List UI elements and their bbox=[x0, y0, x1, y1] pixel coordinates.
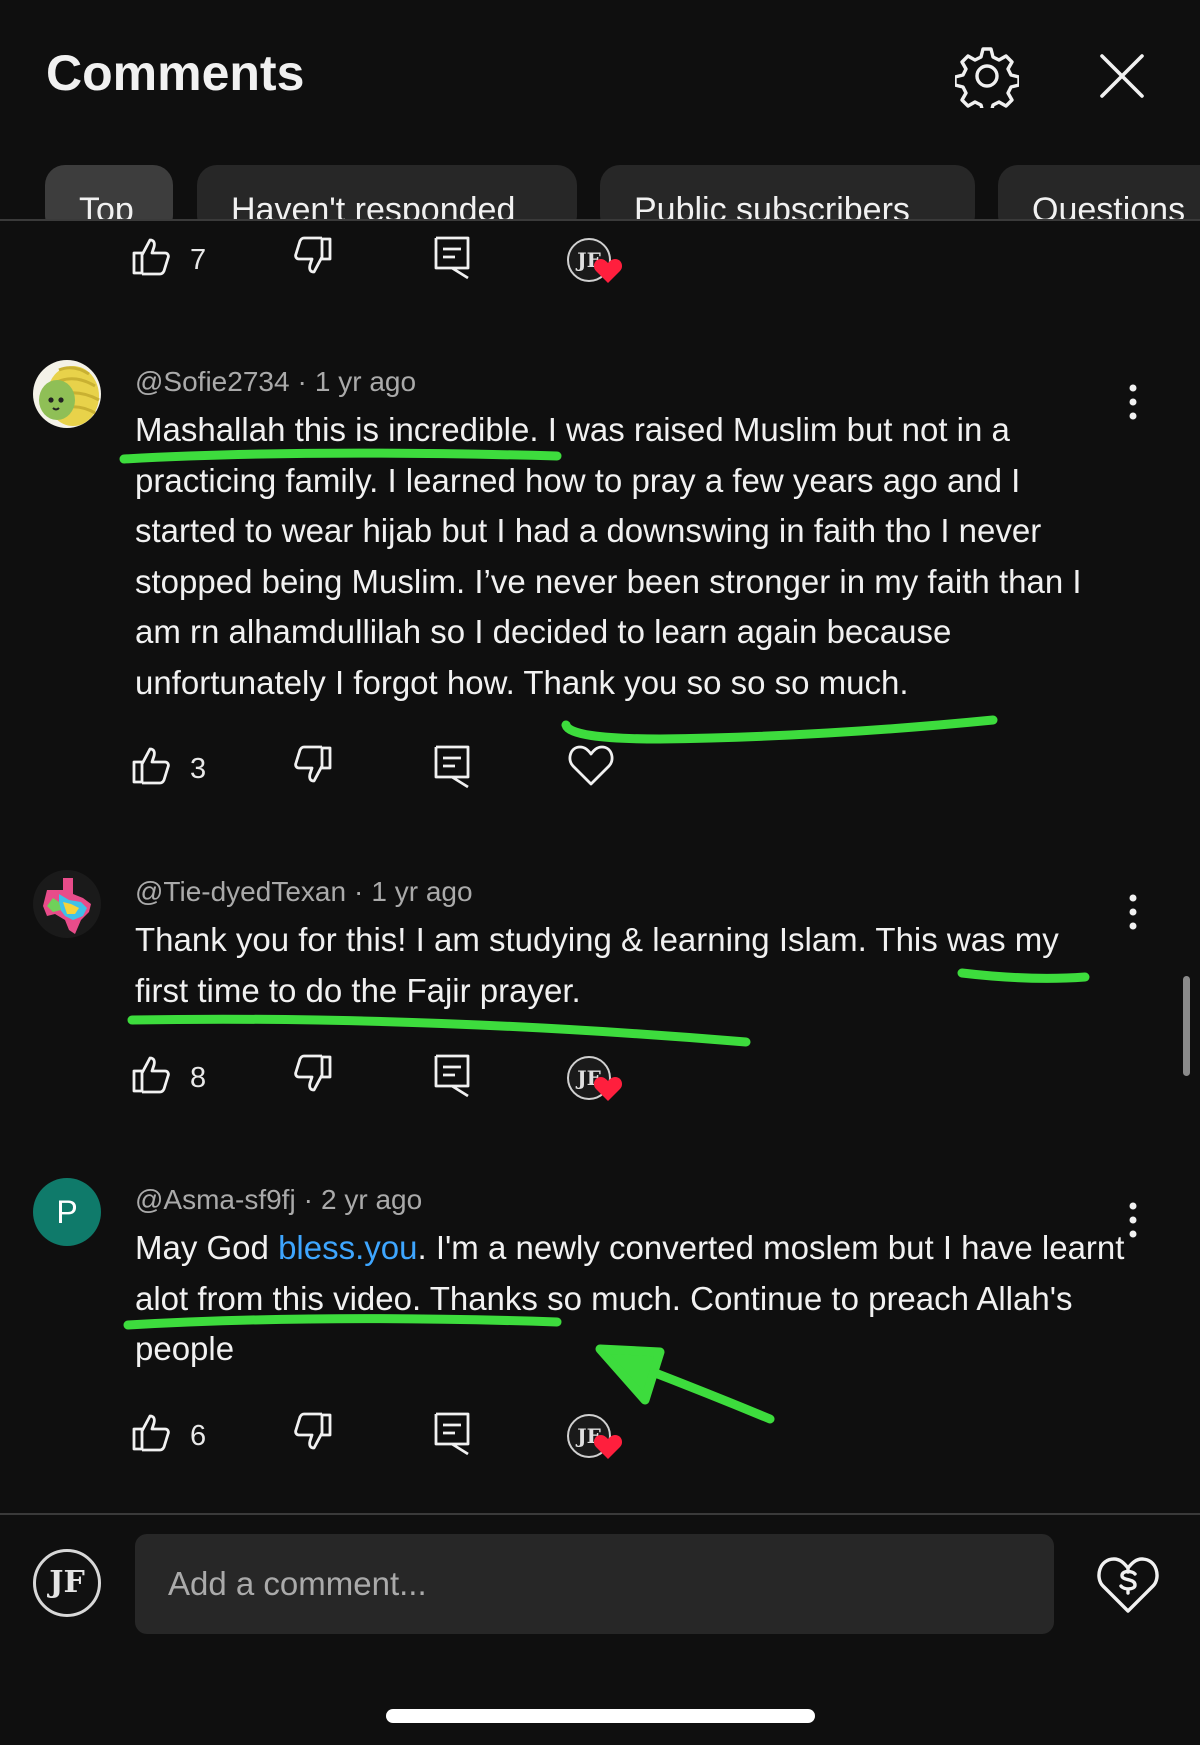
reply-button[interactable] bbox=[430, 1052, 474, 1098]
super-thanks-button[interactable] bbox=[1095, 1553, 1161, 1615]
avatar-image bbox=[33, 360, 101, 428]
home-indicator[interactable] bbox=[386, 1709, 815, 1723]
dislike-button[interactable] bbox=[290, 1052, 334, 1096]
like-count: 8 bbox=[190, 1062, 207, 1094]
kebab-icon bbox=[1129, 894, 1137, 930]
dislike-button[interactable] bbox=[290, 234, 334, 278]
avatar[interactable] bbox=[33, 360, 101, 428]
author-name[interactable]: @Sofie2734 bbox=[135, 366, 290, 397]
scrollbar[interactable] bbox=[1183, 976, 1190, 1076]
dislike-button[interactable] bbox=[290, 1410, 334, 1454]
thumbs-up-icon bbox=[132, 1056, 170, 1094]
dislike-button[interactable] bbox=[290, 743, 334, 787]
reply-icon bbox=[434, 236, 470, 280]
thumbs-down-icon bbox=[294, 745, 332, 783]
filter-chips: Top Haven't responded Public subscribers… bbox=[0, 165, 1200, 221]
timestamp: 1 yr ago bbox=[371, 876, 473, 907]
comment-text: May God bless.you. I'm a newly converted… bbox=[135, 1223, 1125, 1375]
author-name[interactable]: @Tie-dyedTexan bbox=[135, 876, 346, 907]
comment-actions: 8 JF bbox=[130, 1052, 650, 1108]
heart-dollar-icon bbox=[1097, 1557, 1159, 1613]
chip-questions[interactable]: Questions bbox=[998, 165, 1200, 219]
thumbs-down-icon bbox=[294, 236, 332, 274]
more-options-button[interactable] bbox=[1118, 888, 1148, 936]
like-button[interactable] bbox=[130, 234, 174, 278]
thumbs-up-icon bbox=[132, 747, 170, 785]
gear-icon bbox=[953, 47, 1021, 115]
avatar-image bbox=[33, 870, 101, 938]
comment-actions: 6 JF bbox=[130, 1410, 650, 1466]
like-button[interactable] bbox=[130, 1052, 174, 1096]
thumbs-up-icon bbox=[132, 238, 170, 276]
author-name[interactable]: @Asma-sf9fj bbox=[135, 1184, 296, 1215]
comment-actions: 3 bbox=[130, 743, 650, 799]
avatar[interactable]: P bbox=[33, 1178, 101, 1246]
heart-button[interactable] bbox=[568, 743, 614, 787]
like-button[interactable] bbox=[130, 743, 174, 787]
comment-meta: @Tie-dyedTexan · 1 yr ago bbox=[135, 876, 473, 907]
avatar[interactable] bbox=[33, 870, 101, 938]
comment-text: Thank you for this! I am studying & lear… bbox=[135, 921, 1059, 1009]
heart-icon bbox=[593, 1077, 623, 1101]
like-count: 6 bbox=[190, 1420, 207, 1452]
timestamp: 2 yr ago bbox=[321, 1184, 423, 1215]
comment-actions: 7 JF bbox=[130, 234, 650, 290]
thumbs-down-icon bbox=[294, 1054, 332, 1092]
timestamp: 1 yr ago bbox=[314, 366, 417, 397]
like-count: 3 bbox=[190, 753, 207, 785]
settings-button[interactable] bbox=[953, 44, 1021, 115]
close-icon bbox=[1100, 54, 1144, 98]
like-count: 7 bbox=[190, 244, 207, 276]
user-avatar[interactable]: JF bbox=[33, 1549, 101, 1617]
reply-button[interactable] bbox=[430, 1410, 474, 1456]
comment-link[interactable]: bless.you bbox=[278, 1229, 417, 1266]
comment-meta: @Asma-sf9fj · 2 yr ago bbox=[135, 1184, 423, 1215]
chip-top[interactable]: Top bbox=[45, 165, 173, 219]
thumbs-up-icon bbox=[132, 1414, 170, 1452]
like-button[interactable] bbox=[130, 1410, 174, 1454]
reply-icon bbox=[434, 1054, 470, 1098]
heart-icon bbox=[593, 259, 623, 283]
reply-icon bbox=[434, 745, 470, 789]
page-title: Comments bbox=[46, 45, 305, 101]
close-button[interactable] bbox=[1090, 44, 1154, 108]
heart-outline-icon bbox=[568, 745, 614, 786]
comments-header: Comments bbox=[0, 0, 1200, 150]
comment-meta: @Sofie2734 · 1 yr ago bbox=[135, 366, 417, 397]
reply-button[interactable] bbox=[430, 234, 474, 280]
comment-input[interactable] bbox=[135, 1534, 1054, 1634]
chip-havent-responded[interactable]: Haven't responded bbox=[197, 165, 577, 219]
chip-public-subscribers[interactable]: Public subscribers bbox=[600, 165, 975, 219]
comment-text-start: May God bbox=[135, 1229, 279, 1266]
divider bbox=[0, 1513, 1200, 1515]
reply-icon bbox=[434, 1412, 470, 1456]
comment-text: Mashallah this is incredible. I was rais… bbox=[135, 411, 1082, 701]
reply-button[interactable] bbox=[430, 743, 474, 789]
thumbs-down-icon bbox=[294, 1412, 332, 1450]
heart-icon bbox=[593, 1435, 623, 1459]
